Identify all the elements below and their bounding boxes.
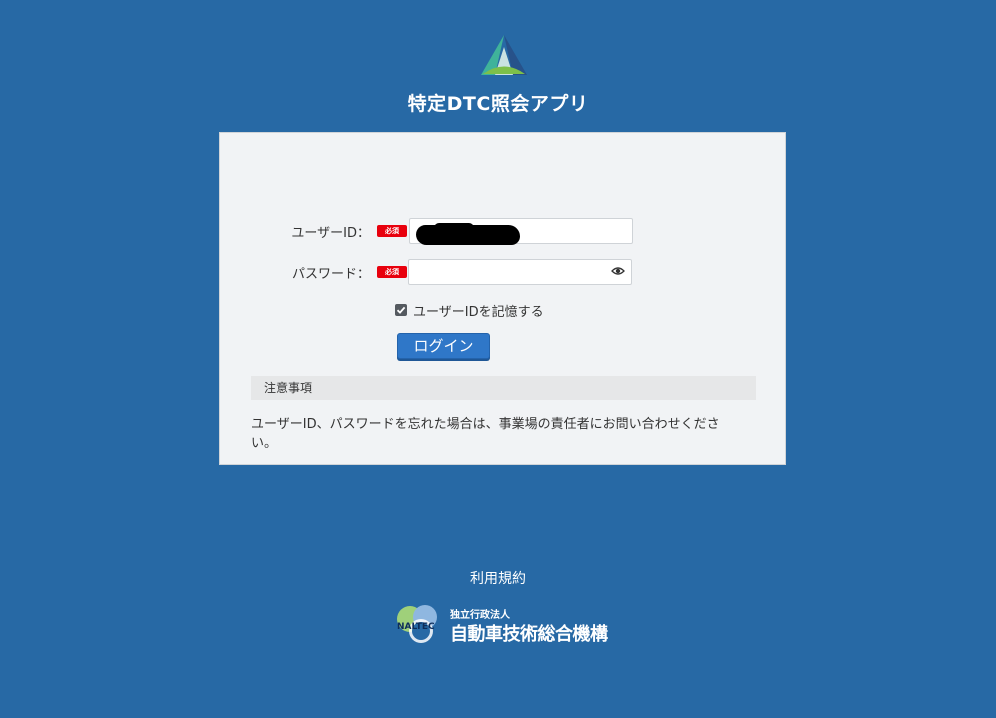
app-logo-icon (481, 35, 527, 75)
show-password-eye-icon[interactable] (611, 266, 625, 276)
app-title: 特定DTC照会アプリ (407, 93, 589, 115)
user-id-required-badge: 必須 (377, 225, 407, 237)
naltec-logo-text: NALTEC (397, 622, 435, 632)
remember-user-id-checkbox[interactable] (395, 304, 407, 316)
login-panel: ユーザーID： 必須 パスワード： 必須 ユーザーIDを記憶する ログイン 注意… (219, 132, 786, 465)
remember-user-id-label[interactable]: ユーザーIDを記憶する (413, 301, 544, 320)
password-required-badge: 必須 (377, 266, 407, 278)
org-name: 自動車技術総合機構 (450, 624, 608, 645)
notice-text: ユーザーID、パスワードを忘れた場合は、事業場の責任者にお問い合わせください。 (251, 417, 720, 451)
naltec-logo: NALTEC 独立行政法人 自動車技術総合機構 (395, 603, 615, 645)
naltec-circles-icon: NALTEC (397, 605, 437, 643)
password-label: パスワード： (291, 267, 370, 282)
notice-header: 注意事項 (251, 376, 756, 400)
redacted-user-id (416, 223, 520, 245)
terms-of-use-link[interactable]: 利用規約 (0, 568, 996, 588)
password-input[interactable] (408, 259, 632, 285)
user-id-label: ユーザーID： (291, 226, 370, 241)
checkmark-icon (396, 306, 406, 314)
org-subtitle: 独立行政法人 (450, 610, 510, 621)
login-button[interactable]: ログイン (397, 333, 490, 359)
